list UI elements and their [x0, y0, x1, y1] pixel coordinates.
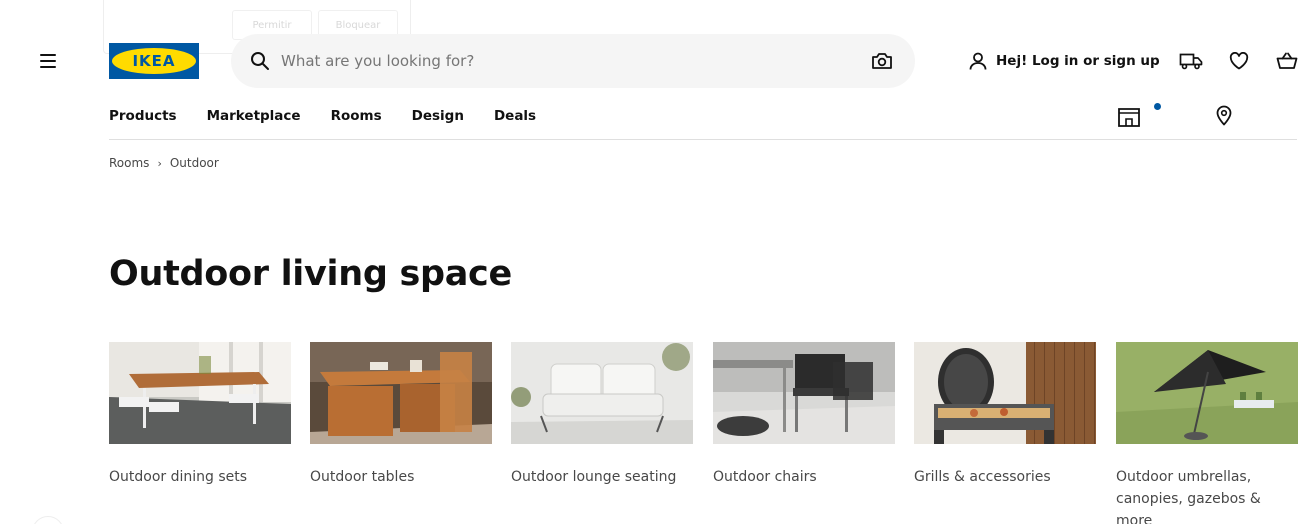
category-card-dining-sets[interactable]: Outdoor dining sets [109, 342, 291, 488]
login-label: Hej! Log in or sign up [996, 53, 1160, 69]
search-icon[interactable] [250, 51, 270, 71]
breadcrumb-rooms[interactable]: Rooms [109, 156, 149, 170]
breadcrumb-outdoor[interactable]: Outdoor [170, 156, 219, 170]
category-image-lounge-seating [511, 342, 693, 444]
logo-text: IKEA [132, 52, 176, 70]
chat-button[interactable] [32, 516, 64, 524]
nav-deals[interactable]: Deals [494, 108, 536, 124]
page-title: Outdoor living space [109, 254, 512, 294]
category-label: Outdoor dining sets [109, 469, 248, 485]
category-label: Grills & accessories [914, 469, 1051, 485]
category-label: Outdoor chairs [713, 469, 817, 485]
search-input[interactable] [281, 34, 841, 88]
breadcrumb: Rooms › Outdoor [109, 156, 219, 170]
store-icon[interactable] [1116, 106, 1142, 128]
heart-icon[interactable] [1227, 50, 1251, 72]
category-image-dining-sets [109, 342, 291, 444]
category-card-chairs[interactable]: Outdoor chairs [713, 342, 895, 488]
category-card-umbrellas[interactable]: Outdoor umbrellas, canopies, gazebos & m… [1116, 342, 1298, 524]
category-label: Outdoor tables [310, 469, 415, 485]
main-nav: Products Marketplace Rooms Design Deals [109, 108, 566, 124]
nav-marketplace[interactable]: Marketplace [207, 108, 301, 124]
login-link[interactable]: Hej! Log in or sign up [968, 50, 1160, 72]
breadcrumb-separator: › [157, 156, 162, 170]
category-image-umbrellas [1116, 342, 1298, 444]
delivery-truck-icon[interactable] [1179, 50, 1203, 72]
category-image-grills [914, 342, 1096, 444]
ikea-logo[interactable]: IKEA [109, 43, 199, 79]
category-image-chairs [713, 342, 895, 444]
category-card-grills[interactable]: Grills & accessories [914, 342, 1096, 488]
category-card-tables[interactable]: Outdoor tables [310, 342, 492, 488]
nav-products[interactable]: Products [109, 108, 177, 124]
location-pin-icon[interactable] [1213, 104, 1235, 126]
category-label: Outdoor lounge seating [511, 469, 677, 485]
header-divider [109, 139, 1297, 140]
category-label: Outdoor umbrellas, canopies, gazebos & m… [1116, 469, 1261, 524]
notification-dot [1154, 103, 1161, 110]
camera-icon[interactable] [871, 51, 893, 71]
user-icon [969, 52, 987, 70]
logo-oval: IKEA [112, 48, 196, 74]
shopping-bag-icon[interactable] [1275, 50, 1299, 72]
category-card-lounge-seating[interactable]: Outdoor lounge seating [511, 342, 693, 488]
category-image-tables [310, 342, 492, 444]
nav-rooms[interactable]: Rooms [331, 108, 382, 124]
menu-icon[interactable] [36, 51, 60, 71]
search-bar[interactable] [231, 34, 915, 88]
nav-design[interactable]: Design [412, 108, 464, 124]
